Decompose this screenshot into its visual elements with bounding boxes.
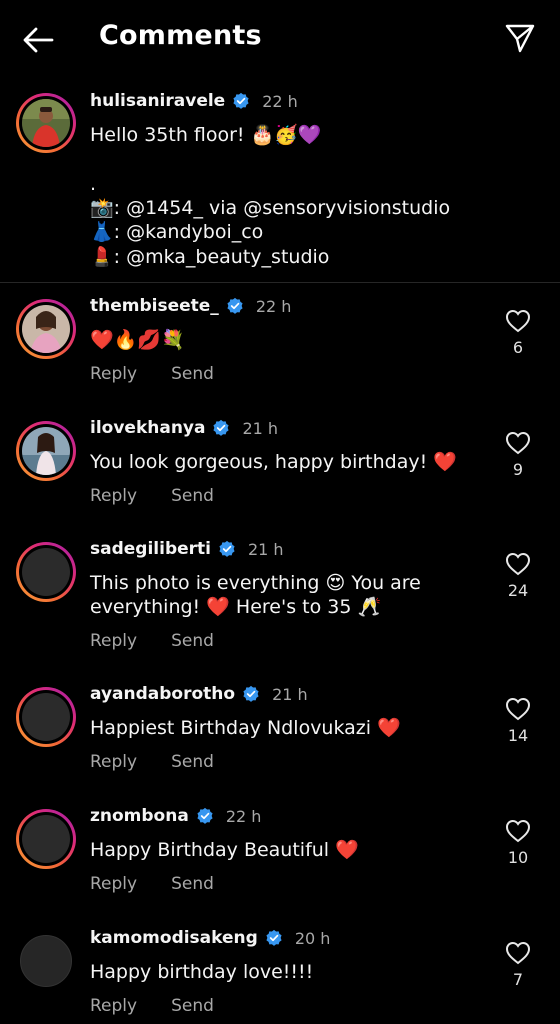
send-button[interactable]: Send [171,364,214,384]
comment-text: Happy birthday love!!!! [90,961,314,983]
comment-header: ilovekhanya 21 h [90,418,278,438]
comment-item: sadegiliberti 21 h This photo is everyth… [0,539,560,659]
comment-item: ayandaborotho 21 h Happiest Birthday Ndl… [0,684,560,784]
comment-actions: Reply Send [90,631,214,651]
caption-line: Hello 35th floor! 🎂🥳💜 [90,124,322,146]
avatar[interactable] [16,299,76,359]
comment-actions: Reply Send [90,996,214,1016]
comment-item: ilovekhanya 21 h You look gorgeous, happ… [0,418,560,518]
profile-photo-ilovekhanya [22,427,70,475]
comment-item: znombona 22 h Happy Birthday Beautiful ❤… [0,806,560,906]
avatar[interactable] [16,421,76,481]
heart-outline-icon[interactable] [505,431,531,455]
comment-header: sadegiliberti 21 h [90,539,284,559]
like-count: 6 [512,338,524,357]
caption-line: 💄: @mka_beauty_studio [90,246,330,268]
send-button[interactable]: Send [171,631,214,651]
comment-header: thembiseete_ 22 h [90,296,291,316]
reply-button[interactable]: Reply [90,874,137,894]
username[interactable]: ayandaborotho [90,684,235,704]
comment-text: ❤️🔥💋💐 [90,329,185,351]
profile-photo-thembiseete [22,305,70,353]
avatar[interactable] [16,93,76,153]
verified-badge-icon [243,685,259,702]
username[interactable]: hulisaniravele [90,91,225,111]
comment-header: znombona 22 h [90,806,261,826]
reply-button[interactable]: Reply [90,752,137,772]
profile-photo-placeholder [22,548,70,596]
like-count: 24 [507,581,529,600]
like-count: 9 [512,460,524,479]
caption-line: . [90,173,97,195]
comment-item: kamomodisakeng 20 h Happy birthday love!… [0,928,560,1024]
comment-text: You look gorgeous, happy birthday! ❤️ [90,451,457,473]
verified-badge-icon [227,297,243,314]
avatar[interactable] [16,542,76,602]
send-button[interactable]: Send [171,486,214,506]
profile-photo-hulisaniravele [22,99,70,147]
heart-outline-icon[interactable] [505,309,531,333]
reply-button[interactable]: Reply [90,364,137,384]
heart-outline-icon[interactable] [505,697,531,721]
profile-photo-placeholder [22,693,70,741]
timestamp: 22 h [225,806,262,826]
comment-text: Happy Birthday Beautiful ❤️ [90,839,359,861]
like-count: 7 [512,970,524,989]
timestamp: 22 h [262,91,298,111]
comment-item: thembiseete_ 22 h ❤️🔥💋💐 Reply Send 6 [0,296,560,396]
post-caption: hulisaniravele 22 h Hello 35th floor! 🎂🥳… [0,86,560,282]
comment-actions: Reply Send [90,752,214,772]
username[interactable]: sadegiliberti [90,539,211,559]
send-button[interactable]: Send [171,874,214,894]
verified-badge-icon [266,929,282,946]
caption-line: 👗: @kandyboi_co [90,221,264,243]
page-title: Comments [99,20,262,51]
avatar[interactable] [16,687,76,747]
timestamp: 21 h [242,418,279,438]
send-button[interactable]: Send [171,752,214,772]
send-button[interactable]: Send [171,996,214,1016]
reply-button[interactable]: Reply [90,486,137,506]
avatar[interactable] [20,935,72,987]
reply-button[interactable]: Reply [90,996,137,1016]
avatar[interactable] [16,809,76,869]
heart-outline-icon[interactable] [505,819,531,843]
heart-outline-icon[interactable] [505,941,531,965]
username[interactable]: thembiseete_ [90,296,219,316]
timestamp: 21 h [272,684,308,704]
comment-header: kamomodisakeng 20 h [90,928,330,948]
comment-actions: Reply Send [90,486,214,506]
timestamp: 21 h [247,539,284,559]
verified-badge-icon [219,540,235,557]
caption-header: hulisaniravele 22 h [90,91,298,111]
comment-text-line: everything! ❤️ Here's to 35 🥂 [90,596,382,618]
divider [0,282,560,283]
verified-badge-icon [213,419,230,436]
paper-plane-icon[interactable] [504,22,536,54]
comments-screen: Comments hulisaniravele 22 h Hello 35th … [0,0,560,1024]
top-bar: Comments [0,0,560,78]
comment-actions: Reply Send [90,364,214,384]
comment-header: ayandaborotho 21 h [90,684,308,704]
profile-photo-placeholder [22,815,70,863]
verified-badge-icon [197,807,213,824]
back-arrow-icon[interactable] [20,22,56,58]
like-count: 14 [507,726,529,745]
comment-text: Happiest Birthday Ndlovukazi ❤️ [90,717,401,739]
comment-text-line: This photo is everything 😍 You are [90,572,421,594]
timestamp: 20 h [294,928,331,948]
comment-actions: Reply Send [90,874,214,894]
username[interactable]: kamomodisakeng [90,928,258,948]
reply-button[interactable]: Reply [90,631,137,651]
username[interactable]: znombona [90,806,189,826]
timestamp: 22 h [255,296,292,316]
caption-line: 📸: @1454_ via @sensoryvisionstudio [90,197,451,219]
like-count: 10 [507,848,529,867]
username[interactable]: ilovekhanya [90,418,205,438]
heart-outline-icon[interactable] [505,552,531,576]
verified-badge-icon [233,92,249,109]
